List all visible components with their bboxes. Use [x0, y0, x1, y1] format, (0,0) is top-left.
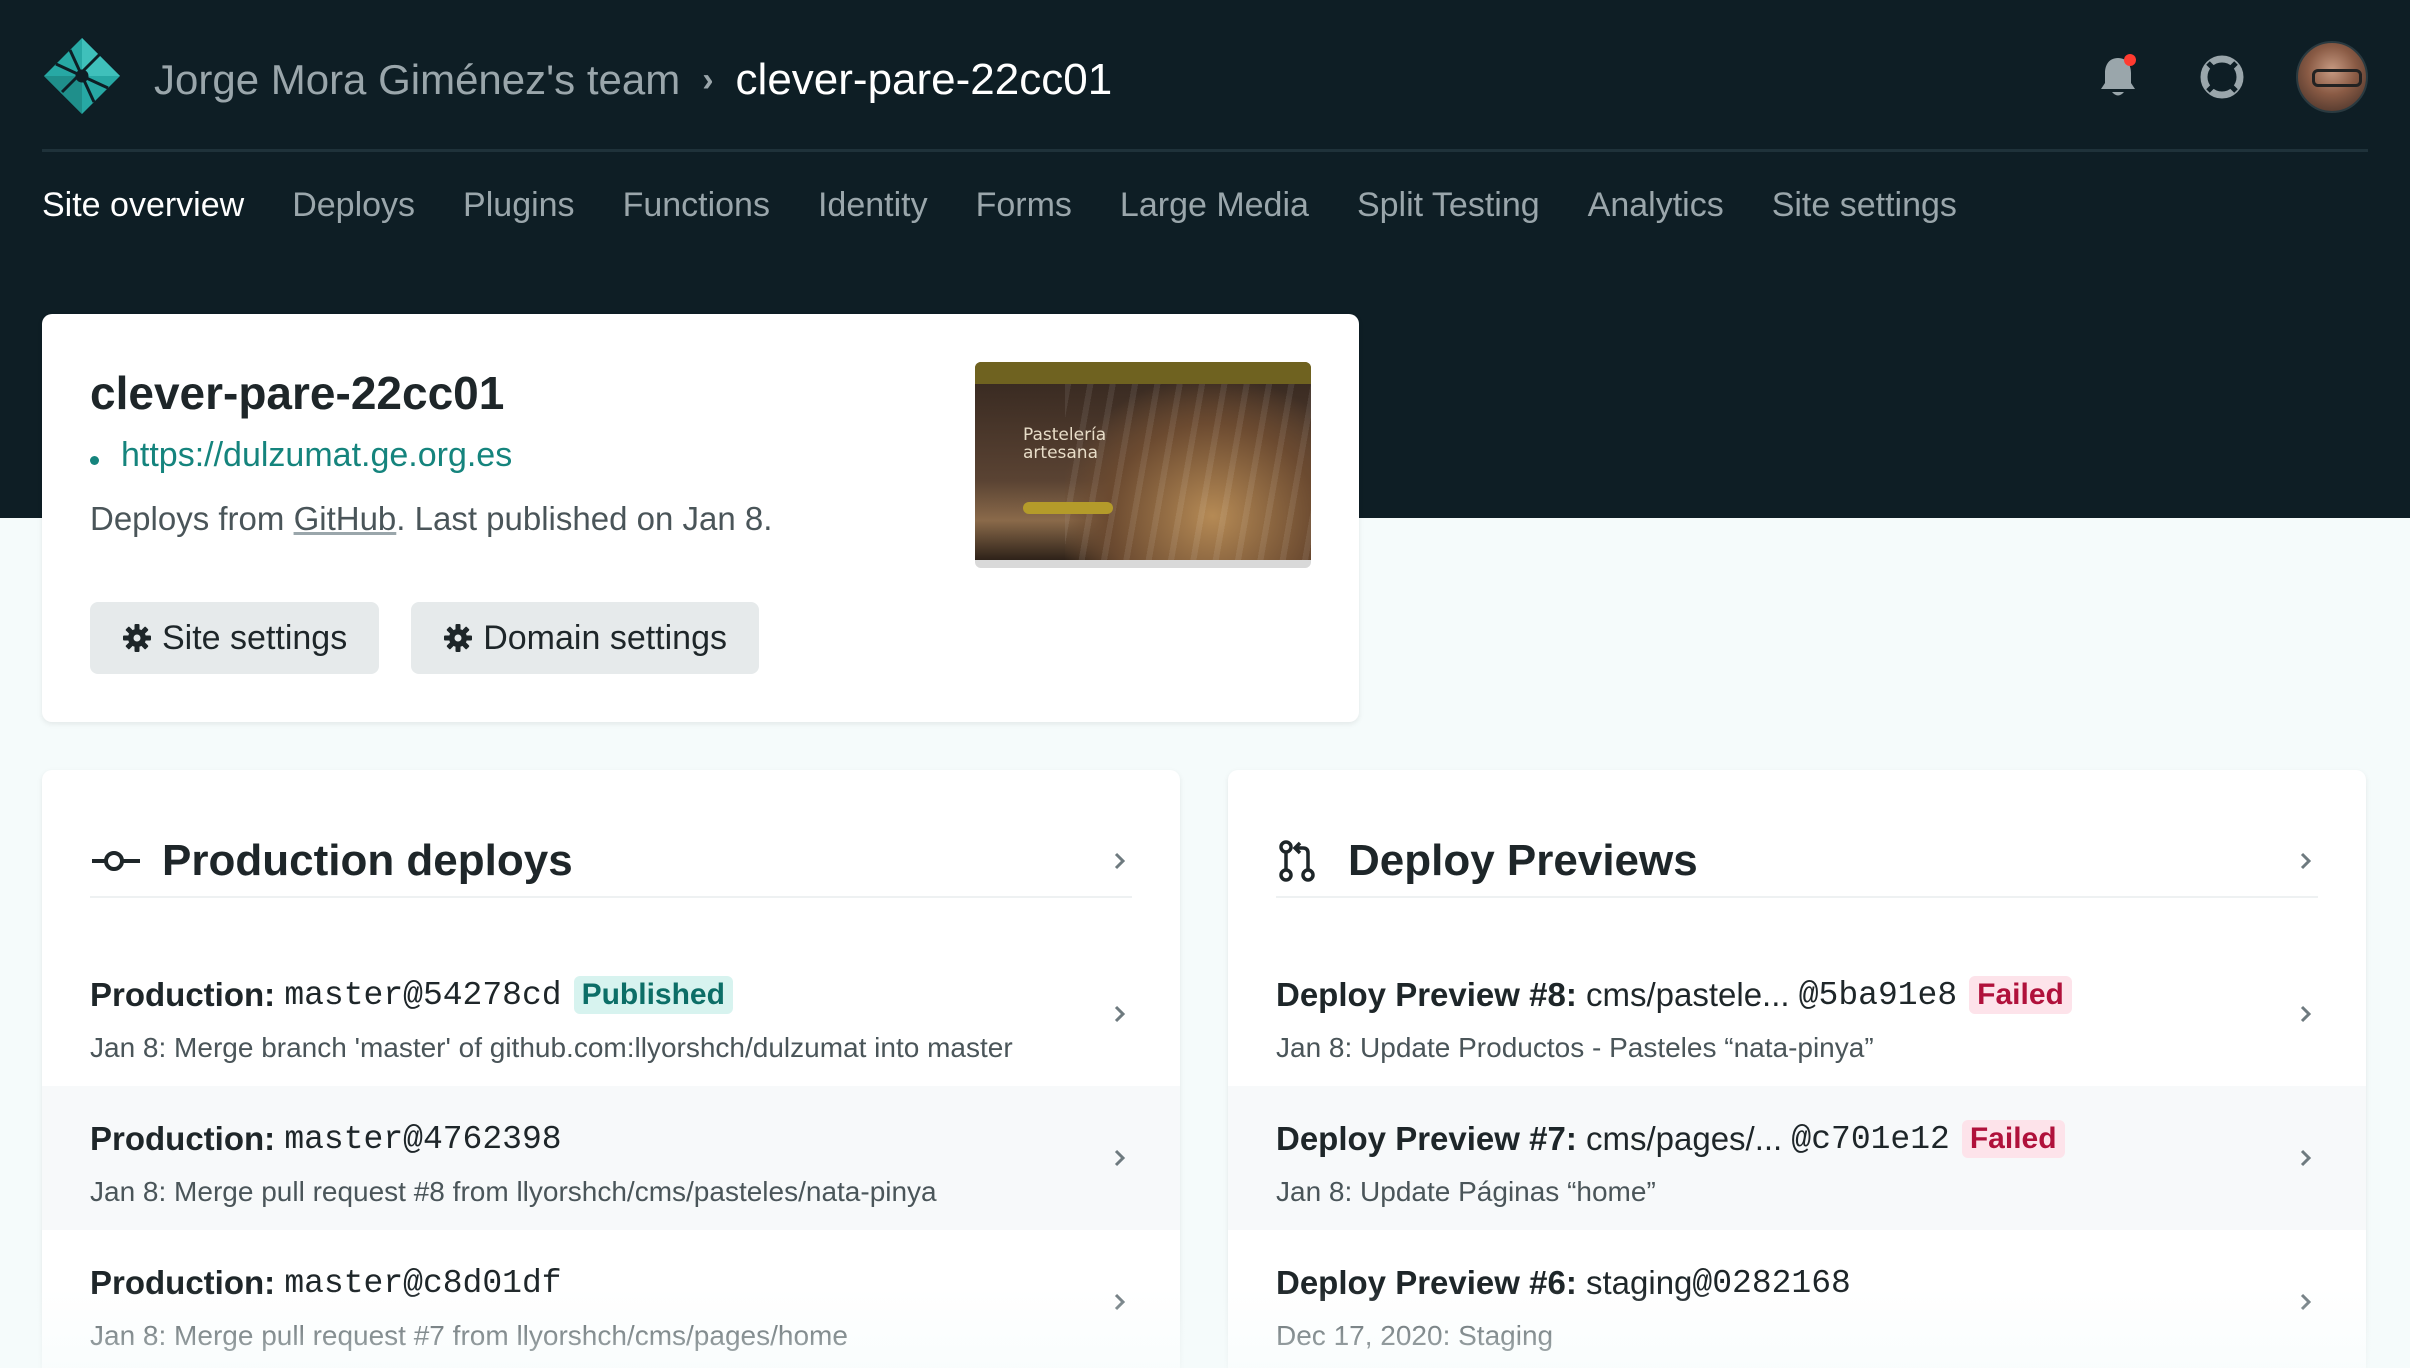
chevron-right-icon: [2294, 1290, 2318, 1314]
tab-forms[interactable]: Forms: [976, 186, 1072, 225]
deploy-row-title: Production: master@54278cd Published: [90, 976, 733, 1014]
deploy-message: Jan 8: Merge pull request #8 from llyors…: [90, 1176, 937, 1207]
tab-analytics[interactable]: Analytics: [1588, 186, 1724, 225]
preview-cta-pill: [1023, 502, 1113, 514]
deploy-row[interactable]: Production: master@54278cd Published Jan…: [42, 942, 1180, 1086]
domain-settings-button[interactable]: Domain settings: [411, 602, 759, 674]
gear-icon: [444, 624, 473, 652]
domain-settings-label: Domain settings: [483, 618, 727, 657]
deploy-preview-number: Deploy Preview #8:: [1276, 976, 1577, 1013]
chevron-right-icon: [2294, 1146, 2318, 1170]
lifebuoy-icon: [2200, 55, 2244, 99]
tab-large-media[interactable]: Large Media: [1120, 186, 1309, 225]
deploy-preview-message: Jan 8: Update Productos - Pasteles “nata…: [1276, 1032, 1874, 1063]
site-deploy-info: Deploys from GitHub. Last published on J…: [90, 500, 772, 538]
chevron-right-icon: [2294, 849, 2318, 873]
tab-functions[interactable]: Functions: [623, 186, 770, 225]
chevron-right-icon: [1108, 849, 1132, 873]
notifications-button[interactable]: [2088, 40, 2148, 114]
site-preview-thumbnail[interactable]: Pastelería artesana: [975, 362, 1311, 568]
deploy-preview-message: Dec 17, 2020: Staging: [1276, 1320, 1554, 1351]
breadcrumb-separator: ›: [702, 60, 714, 99]
chevron-right-icon: [1108, 1146, 1132, 1170]
site-meta-suffix: . Last published on Jan 8.: [396, 500, 773, 537]
site-actions: Site settings Domain settings: [90, 602, 759, 674]
user-avatar[interactable]: [2296, 41, 2368, 113]
tab-plugins[interactable]: Plugins: [463, 186, 575, 225]
notification-dot: [2124, 54, 2136, 66]
chevron-right-icon: [1108, 1290, 1132, 1314]
deploy-preview-title: Deploy Preview #8: cms/pastele... @5ba91…: [1276, 976, 2072, 1014]
preview-hero-image: [1065, 384, 1311, 560]
deploy-row[interactable]: Production: master@c8d01df Jan 8: Merge …: [42, 1230, 1180, 1368]
deploy-ref: master@54278cd: [284, 976, 562, 1014]
deploy-ref: master@4762398: [284, 1120, 562, 1158]
production-deploys-title: Production deploys: [162, 836, 573, 885]
header-actions: [2088, 40, 2368, 114]
deploy-preview-commit: @c701e12: [1791, 1120, 1950, 1158]
deploy-row-title: Production: master@c8d01df: [90, 1264, 562, 1302]
site-overview-card: clever-pare-22cc01 https://dulzumat.ge.o…: [42, 314, 1359, 722]
breadcrumb: Jorge Mora Giménez's team › clever-pare-…: [154, 50, 1112, 110]
preview-headline-line-2: artesana: [1023, 443, 1098, 463]
breadcrumb-team-link[interactable]: Jorge Mora Giménez's team: [154, 56, 680, 104]
gear-icon: [123, 624, 151, 652]
site-settings-button[interactable]: Site settings: [90, 602, 380, 674]
tab-split-testing[interactable]: Split Testing: [1357, 186, 1540, 225]
deploy-preview-message: Jan 8: Update Páginas “home”: [1276, 1176, 1656, 1207]
support-button[interactable]: [2192, 40, 2252, 114]
deploy-message: Jan 8: Merge pull request #7 from llyors…: [90, 1320, 848, 1351]
deploy-preview-branch: cms/pages/...: [1585, 1120, 1783, 1157]
chevron-right-icon: [2294, 1002, 2318, 1026]
deploy-context: Production:: [90, 976, 276, 1013]
top-bar: Jorge Mora Giménez's team › clever-pare-…: [42, 0, 2368, 152]
tab-site-settings[interactable]: Site settings: [1772, 186, 1957, 225]
deploy-preview-branch: staging: [1585, 1264, 1693, 1301]
deploy-context: Production:: [90, 1264, 276, 1301]
bell-icon: [2101, 54, 2136, 96]
commit-icon: [90, 838, 146, 884]
deploy-preview-branch: cms/pastele...: [1585, 976, 1790, 1013]
chevron-right-icon: [1108, 1002, 1132, 1026]
tab-site-overview[interactable]: Site overview: [42, 186, 244, 225]
preview-nav-bar: [975, 362, 1311, 384]
status-badge: Published: [573, 976, 733, 1014]
deploy-preview-row[interactable]: Deploy Preview #7: cms/pages/... @c701e1…: [1228, 1086, 2366, 1230]
production-deploys-panel: Production deploys Production: master@54…: [42, 770, 1180, 1368]
deploy-previews-panel: Deploy Previews Deploy Preview #8: cms/p…: [1228, 770, 2366, 1368]
site-settings-label: Site settings: [162, 618, 348, 657]
status-badge: Failed: [1961, 1120, 2065, 1158]
breadcrumb-site-name: clever-pare-22cc01: [735, 55, 1113, 104]
deploy-preview-title: Deploy Preview #6: staging @0282168: [1276, 1264, 1851, 1302]
production-deploys-header[interactable]: Production deploys: [90, 826, 1132, 898]
github-link[interactable]: GitHub: [294, 500, 397, 537]
deploy-preview-row[interactable]: Deploy Preview #8: cms/pastele... @5ba91…: [1228, 942, 2366, 1086]
pull-request-icon: [1276, 838, 1332, 884]
site-url-link[interactable]: https://dulzumat.ge.org.es: [121, 436, 512, 475]
deploy-row[interactable]: Production: master@4762398 Jan 8: Merge …: [42, 1086, 1180, 1230]
deploy-row-title: Production: master@4762398: [90, 1120, 562, 1158]
deploy-preview-commit: @5ba91e8: [1798, 976, 1958, 1014]
deploy-preview-title: Deploy Preview #7: cms/pages/... @c701e1…: [1276, 1120, 2065, 1158]
site-url-row: https://dulzumat.ge.org.es: [90, 436, 512, 475]
deploy-context: Production:: [90, 1120, 276, 1157]
status-dot-icon: [90, 456, 99, 465]
netlify-logo-icon[interactable]: [42, 36, 122, 116]
deploy-preview-number: Deploy Preview #7:: [1276, 1120, 1577, 1157]
site-name: clever-pare-22cc01: [90, 367, 505, 419]
deploy-previews-title: Deploy Previews: [1348, 836, 1698, 885]
deploy-ref: master@c8d01df: [284, 1264, 562, 1302]
tab-identity[interactable]: Identity: [818, 186, 928, 225]
status-badge: Failed: [1969, 976, 2072, 1014]
deploy-preview-number: Deploy Preview #6:: [1276, 1264, 1577, 1301]
site-meta-prefix: Deploys from: [90, 500, 294, 537]
tab-deploys[interactable]: Deploys: [292, 186, 415, 225]
deploy-preview-commit: @0282168: [1692, 1264, 1851, 1302]
preview-headline-line-1: Pastelería: [1023, 425, 1107, 445]
deploy-preview-row[interactable]: Deploy Preview #6: staging @0282168 Dec 1…: [1228, 1230, 2366, 1368]
deploy-message: Jan 8: Merge branch 'master' of github.c…: [90, 1032, 1013, 1063]
site-nav-tabs: Site overview Deploys Plugins Functions …: [42, 186, 1957, 225]
preview-headline: Pastelería artesana: [1023, 426, 1106, 462]
deploy-previews-header[interactable]: Deploy Previews: [1276, 826, 2318, 898]
